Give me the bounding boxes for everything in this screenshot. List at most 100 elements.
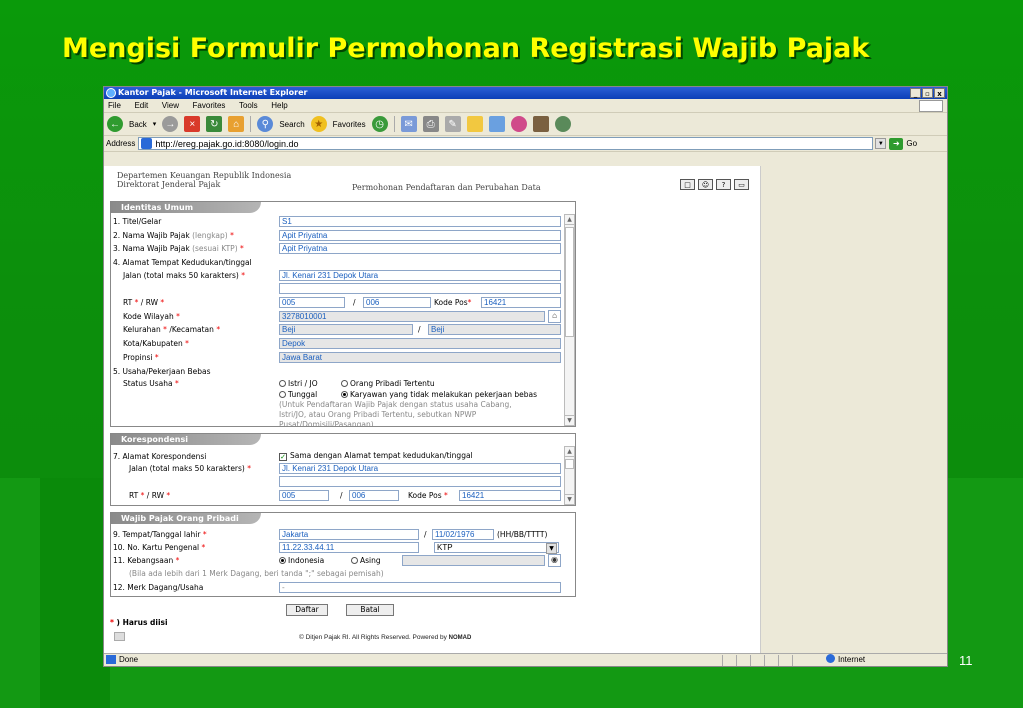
folder-icon[interactable]: [466, 116, 483, 132]
jalan-field[interactable]: Jl. Kenari 231 Depok Utara: [279, 270, 561, 281]
menu-file[interactable]: File: [108, 101, 121, 110]
koresp-kodepos-field[interactable]: 16421: [459, 490, 561, 501]
edit-icon[interactable]: ✎: [444, 116, 461, 132]
tempat-lahir-field[interactable]: Jakarta: [279, 529, 419, 540]
same-address-option[interactable]: ✓ Sama dengan Alamat tempat kedudukan/tin…: [279, 451, 473, 461]
option-indonesia[interactable]: Indonesia: [279, 556, 324, 565]
go-button[interactable]: Go: [906, 139, 917, 148]
menu-tools[interactable]: Tools: [239, 101, 258, 110]
address-dropdown-icon[interactable]: ▼: [875, 138, 887, 149]
negara-lookup-icon[interactable]: ◉: [548, 554, 561, 567]
menu-view[interactable]: View: [162, 101, 179, 110]
form-page: Departemen Keuangan Republik Indonesia D…: [104, 166, 761, 654]
page-scroll-indicator[interactable]: [114, 632, 125, 641]
nama-field[interactable]: Apit Priyatna: [279, 230, 561, 241]
koresp-rw-field[interactable]: 006: [349, 490, 399, 501]
back-arrow-icon[interactable]: ←: [107, 116, 123, 132]
kartu-type-select[interactable]: KTP: [434, 542, 559, 553]
koresp-kodepos-label: Kode Pos *: [408, 491, 448, 500]
radio-orang-pribadi[interactable]: [341, 380, 348, 387]
tempat-tanggal-separator: /: [424, 530, 427, 539]
wilayah-field[interactable]: 3278010001: [279, 311, 545, 322]
globe-icon: [826, 654, 835, 663]
kelurahan-field[interactable]: Beji: [279, 324, 413, 335]
stop-icon[interactable]: ×: [184, 116, 201, 132]
menu-edit[interactable]: Edit: [134, 101, 148, 110]
option-tunggal[interactable]: Tunggal: [279, 390, 317, 399]
back-button[interactable]: Back: [129, 120, 147, 129]
history-icon[interactable]: ◷: [371, 116, 388, 132]
mail-icon[interactable]: ✉: [400, 116, 417, 132]
kota-label: Kota/Kabupaten *: [123, 339, 189, 348]
research-icon[interactable]: [532, 116, 549, 132]
home-icon[interactable]: ⌂: [228, 116, 245, 132]
propinsi-field[interactable]: Jawa Barat: [279, 352, 561, 363]
koresp-scroll-thumb[interactable]: [565, 459, 574, 469]
logout-icon[interactable]: ▭: [734, 179, 749, 190]
scroll-down-arrow-icon[interactable]: ▼: [565, 415, 574, 425]
windows-logo-icon: [919, 100, 943, 112]
status-note-1: (Untuk Pendaftaran Wajib Pajak dengan st…: [279, 400, 512, 409]
close-button[interactable]: x: [934, 88, 945, 98]
batal-button[interactable]: Batal: [346, 604, 394, 616]
users-icon[interactable]: [554, 116, 571, 132]
menu-help[interactable]: Help: [271, 101, 287, 110]
option-karyawan[interactable]: Karyawan yang tidak melakukan pekerjaan …: [341, 390, 537, 399]
favorites-star-icon[interactable]: ★: [310, 116, 327, 132]
section-identitas-scrollbar[interactable]: ▲ ▼: [564, 214, 575, 426]
koresp-jalan-field[interactable]: Jl. Kenari 231 Depok Utara: [279, 463, 561, 474]
minimize-button[interactable]: _: [910, 88, 921, 98]
user-icon[interactable]: ☺: [698, 179, 713, 190]
kodepos-label: Kode Pos*: [434, 298, 472, 307]
section-korespondensi-scrollbar[interactable]: ▲ ▼: [564, 446, 575, 505]
menu-favorites[interactable]: Favorites: [193, 101, 226, 110]
discuss-icon[interactable]: [488, 116, 505, 132]
koresp-jalan-field-2[interactable]: [279, 476, 561, 487]
radio-istri-jo[interactable]: [279, 380, 286, 387]
scroll-up-arrow-icon[interactable]: ▲: [565, 215, 574, 225]
koresp-rt-field[interactable]: 005: [279, 490, 329, 501]
go-arrow-icon[interactable]: ➜: [889, 137, 904, 150]
radio-karyawan[interactable]: [341, 391, 348, 398]
search-icon[interactable]: ⚲: [257, 116, 274, 132]
kota-field[interactable]: Depok: [279, 338, 561, 349]
slide-page-number: 11: [959, 653, 973, 668]
radio-asing[interactable]: [351, 557, 358, 564]
option-istri-jo[interactable]: Istri / JO: [279, 379, 318, 388]
titel-field[interactable]: S1: [279, 216, 561, 227]
merk-field[interactable]: -: [279, 582, 561, 593]
kartu-field[interactable]: 11.22.33.44.11: [279, 542, 419, 553]
radio-indonesia[interactable]: [279, 557, 286, 564]
titel-label: 1. Titel/Gelar: [113, 217, 162, 226]
radio-tunggal[interactable]: [279, 391, 286, 398]
same-address-checkbox[interactable]: ✓: [279, 453, 287, 461]
rt-field[interactable]: 005: [279, 297, 345, 308]
scroll-thumb[interactable]: [565, 227, 574, 337]
option-asing[interactable]: Asing: [351, 556, 381, 565]
maximize-button[interactable]: ▫: [922, 88, 933, 98]
kecamatan-field[interactable]: Beji: [428, 324, 561, 335]
help-icon[interactable]: ?: [716, 179, 731, 190]
back-dropdown-icon[interactable]: ▾: [153, 120, 157, 128]
rw-field[interactable]: 006: [363, 297, 431, 308]
nama-ktp-field[interactable]: Apit Priyatna: [279, 243, 561, 254]
messenger-icon[interactable]: [510, 116, 527, 132]
option-orang-pribadi[interactable]: Orang Pribadi Tertentu: [341, 379, 435, 388]
address-input[interactable]: http://ereg.pajak.go.id:8080/login.do: [138, 137, 874, 150]
tanggal-lahir-field[interactable]: 11/02/1976: [432, 529, 494, 540]
koresp-scroll-down-icon[interactable]: ▼: [565, 494, 574, 504]
document-icon[interactable]: □: [680, 179, 695, 190]
negara-field[interactable]: [402, 555, 545, 566]
kodepos-field[interactable]: 16421: [481, 297, 561, 308]
jalan-field-2[interactable]: [279, 283, 561, 294]
favorites-button[interactable]: Favorites: [333, 120, 366, 129]
wilayah-lookup-icon[interactable]: ⌂: [548, 310, 561, 323]
forward-arrow-icon[interactable]: →: [162, 116, 179, 132]
refresh-icon[interactable]: ↻: [206, 116, 223, 132]
toolbar-separator: [250, 116, 252, 132]
search-button[interactable]: Search: [279, 120, 304, 129]
kartu-type-dropdown-icon[interactable]: ▼: [546, 543, 557, 554]
print-icon[interactable]: ⎙: [422, 116, 439, 132]
daftar-button[interactable]: Daftar: [286, 604, 328, 616]
koresp-scroll-up-icon[interactable]: ▲: [565, 447, 574, 457]
